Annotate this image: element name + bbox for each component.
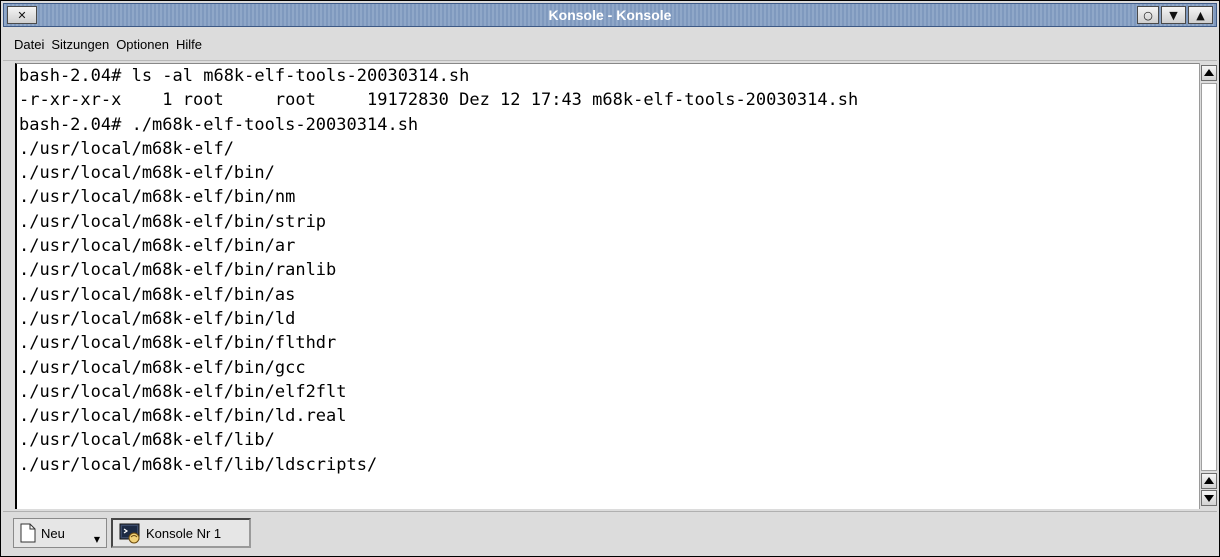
terminal-line: bash-2.04# ls -al m68k-elf-tools-2003031… <box>19 66 470 86</box>
terminal-line: ./usr/local/m68k-elf/bin/ <box>19 163 275 184</box>
scroll-down-button[interactable] <box>1201 490 1217 506</box>
document-icon <box>20 523 36 543</box>
terminal-line: ./usr/local/m68k-elf/bin/nm <box>19 187 296 208</box>
konsole-shell-icon <box>119 523 140 544</box>
new-session-label: Neu <box>41 525 65 541</box>
terminal-line: bash-2.04# ./m68k-elf-tools-20030314.sh <box>19 114 419 135</box>
terminal-line: ./usr/local/m68k-elf/bin/as <box>19 284 296 305</box>
circle-icon: ○ <box>1143 8 1153 22</box>
title-bar[interactable]: ✕ Konsole - Konsole ○ ▼ ▲ <box>3 3 1217 27</box>
session-tab-bar: Neu ▼ Konsole Nr 1 <box>3 511 1217 555</box>
menu-datei[interactable]: Datei <box>11 35 47 54</box>
terminal-line: -r-xr-xr-x 1 root root 19172830 Dez 12 1… <box>19 90 859 111</box>
scroll-up-button-lower[interactable] <box>1201 473 1217 489</box>
terminal-line: ./usr/local/m68k-elf/ <box>19 138 234 159</box>
window-title: Konsole - Konsole <box>548 7 672 23</box>
scroll-up-button[interactable] <box>1201 65 1217 81</box>
terminal-line: ./usr/local/m68k-elf/lib/ <box>19 430 275 451</box>
terminal-line: ./usr/local/m68k-elf/bin/strip <box>19 211 327 232</box>
arrow-down-icon: ▼ <box>1169 8 1178 22</box>
arrow-up-icon <box>1204 477 1214 484</box>
session-tab-konsole[interactable]: Konsole Nr 1 <box>111 518 251 548</box>
iconify-button[interactable]: ▼ <box>1161 6 1186 24</box>
menu-hilfe[interactable]: Hilfe <box>173 35 205 54</box>
session-tab-label: Konsole Nr 1 <box>146 525 222 541</box>
terminal-line: ./usr/local/m68k-elf/bin/ld <box>19 308 296 329</box>
scrollbar-track[interactable] <box>1201 83 1217 471</box>
terminal-line: ./usr/local/m68k-elf/bin/gcc <box>19 357 306 378</box>
terminal-line: ./usr/local/m68k-elf/bin/ld.real <box>19 406 347 427</box>
terminal-output[interactable]: bash-2.04# ls -al m68k-elf-tools-2003031… <box>15 63 1199 509</box>
arrow-down-icon <box>1204 495 1214 502</box>
sticky-button[interactable]: ○ <box>1137 6 1159 24</box>
arrow-up-icon <box>1204 69 1214 76</box>
terminal-line: ./usr/local/m68k-elf/lib/ldscripts/ <box>19 454 378 475</box>
arrow-up-icon: ▲ <box>1196 8 1205 22</box>
menu-sitzungen[interactable]: Sitzungen <box>48 35 112 54</box>
vertical-scrollbar[interactable] <box>1199 63 1217 509</box>
konsole-window: ✕ Konsole - Konsole ○ ▼ ▲ Datei Sitzunge… <box>0 0 1220 557</box>
terminal-line: ./usr/local/m68k-elf/bin/flthdr <box>19 333 337 354</box>
dropdown-arrow-icon: ▼ <box>93 535 100 544</box>
terminal-line: ./usr/local/m68k-elf/bin/ranlib <box>19 260 337 281</box>
menu-bar: Datei Sitzungen Optionen Hilfe <box>3 29 1217 61</box>
terminal-line: ./usr/local/m68k-elf/bin/elf2flt <box>19 381 347 402</box>
menu-optionen[interactable]: Optionen <box>113 35 172 54</box>
terminal-line: ./usr/local/m68k-elf/bin/ar <box>19 236 296 257</box>
new-session-button[interactable]: Neu ▼ <box>13 518 107 548</box>
maximize-button[interactable]: ▲ <box>1188 6 1213 24</box>
